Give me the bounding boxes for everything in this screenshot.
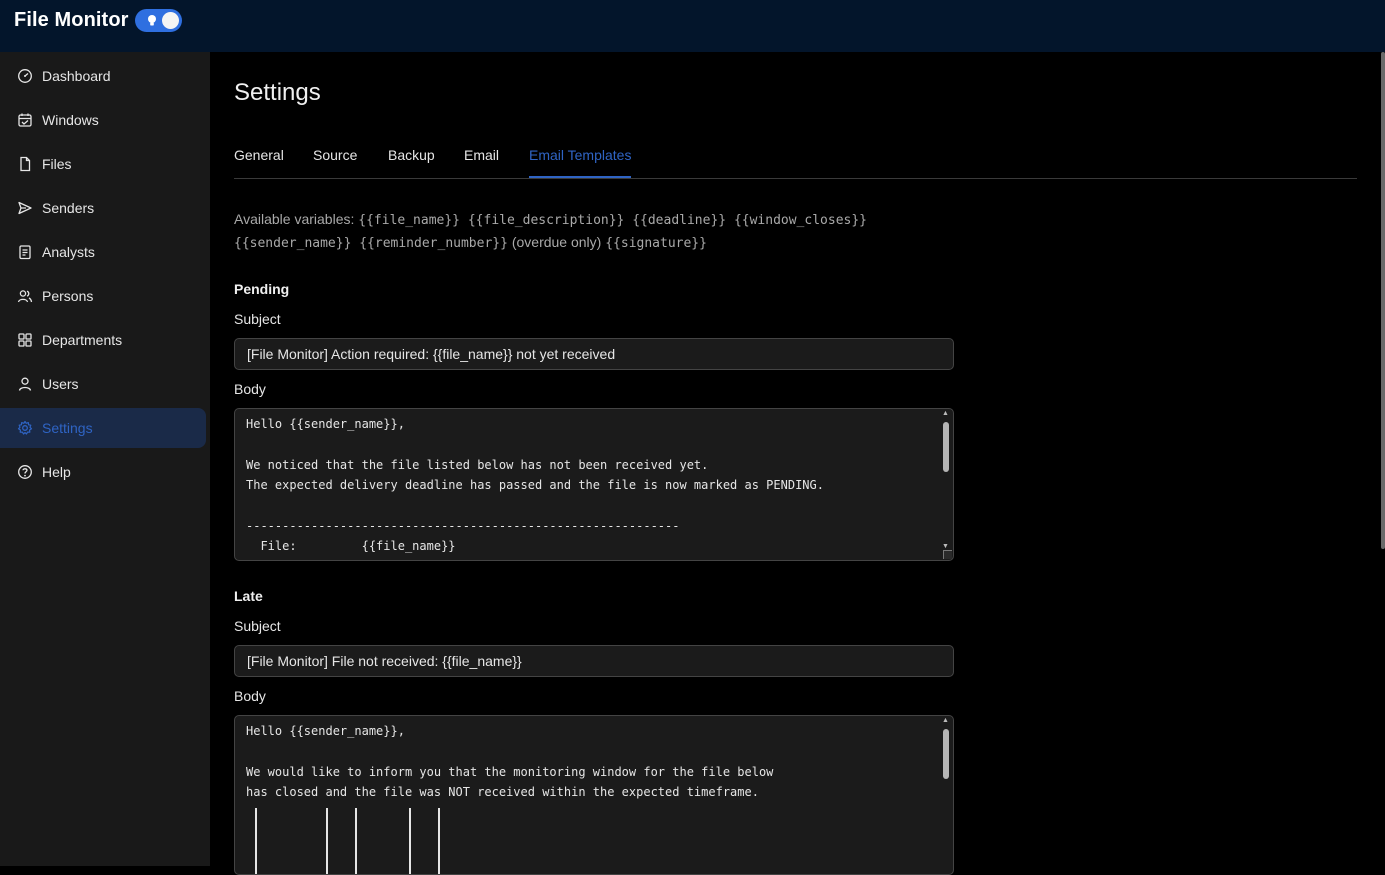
- sidebar-item-help[interactable]: Help: [0, 452, 206, 492]
- main-content: Settings General Source Backup Email Ema…: [210, 52, 1385, 875]
- text-artifact: [409, 808, 411, 874]
- tab-email-templates[interactable]: Email Templates: [529, 146, 632, 178]
- pending-section-title: Pending: [234, 281, 290, 297]
- grid-icon: [17, 332, 33, 348]
- available-variables-line-2: {{sender_name}} {{reminder_number}} (ove…: [234, 234, 707, 251]
- toggle-knob: [162, 12, 179, 29]
- sidebar-item-analysts[interactable]: Analysts: [0, 232, 206, 272]
- tab-general[interactable]: General: [234, 146, 284, 177]
- sidebar-item-label: Help: [42, 464, 71, 480]
- tab-backup[interactable]: Backup: [388, 146, 435, 177]
- variables-note: (overdue only): [511, 234, 602, 250]
- text-artifact: [355, 808, 357, 874]
- sidebar-item-settings[interactable]: Settings: [0, 408, 206, 448]
- pending-body-textarea[interactable]: Hello {{sender_name}}, We noticed that t…: [234, 408, 954, 561]
- sidebar-item-label: Settings: [42, 420, 93, 436]
- page-scrollbar-thumb[interactable]: [1381, 52, 1385, 549]
- user-icon: [17, 376, 33, 392]
- settings-tabs: General Source Backup Email Email Templa…: [234, 146, 1357, 179]
- late-subject-input[interactable]: [234, 645, 954, 677]
- scrollbar-thumb[interactable]: [943, 729, 949, 779]
- page-title: Settings: [234, 79, 321, 106]
- file-icon: [17, 156, 33, 172]
- sidebar: Dashboard Windows Files Senders Analysts…: [0, 52, 210, 866]
- app-title: File Monitor: [14, 9, 129, 31]
- available-variables-label: Available variables:: [234, 211, 355, 227]
- late-body-text: Hello {{sender_name}}, We would like to …: [246, 724, 774, 800]
- pending-body-label: Body: [234, 381, 266, 397]
- text-artifact: [255, 808, 257, 874]
- sidebar-item-label: Dashboard: [42, 68, 111, 84]
- text-artifact: [326, 808, 328, 874]
- resize-grip-icon[interactable]: [943, 550, 952, 559]
- sidebar-item-label: Analysts: [42, 244, 95, 260]
- tab-email[interactable]: Email: [464, 146, 499, 177]
- scrollbar-thumb[interactable]: [943, 422, 949, 472]
- clipboard-icon: [17, 244, 33, 260]
- calendar-icon: [17, 112, 33, 128]
- people-icon: [17, 288, 33, 304]
- sidebar-item-windows[interactable]: Windows: [0, 100, 206, 140]
- late-body-textarea[interactable]: Hello {{sender_name}}, We would like to …: [234, 715, 954, 875]
- scroll-up-arrow-icon[interactable]: ▲: [941, 717, 950, 724]
- help-icon: [17, 464, 33, 480]
- top-bar: File Monitor: [0, 0, 1385, 52]
- send-icon: [17, 200, 33, 216]
- sidebar-item-label: Departments: [42, 332, 123, 348]
- gear-icon: [17, 420, 33, 436]
- sidebar-item-label: Users: [42, 376, 79, 392]
- scroll-down-arrow-icon[interactable]: ▼: [941, 543, 950, 550]
- sidebar-item-senders[interactable]: Senders: [0, 188, 206, 228]
- pending-subject-label: Subject: [234, 311, 281, 327]
- tab-source[interactable]: Source: [313, 146, 357, 177]
- variables-list: {{file_name}} {{file_description}} {{dea…: [358, 213, 867, 228]
- theme-toggle[interactable]: [135, 9, 182, 32]
- sidebar-item-dashboard[interactable]: Dashboard: [0, 56, 206, 96]
- scrollbar[interactable]: ▲: [941, 717, 952, 873]
- scrollbar[interactable]: ▲ ▼: [941, 410, 952, 559]
- late-subject-label: Subject: [234, 618, 281, 634]
- lightbulb-icon: [146, 14, 158, 27]
- sidebar-item-label: Senders: [42, 200, 95, 216]
- sidebar-item-departments[interactable]: Departments: [0, 320, 206, 360]
- variables-list: {{signature}}: [605, 236, 707, 251]
- late-section-title: Late: [234, 588, 263, 604]
- sidebar-item-users[interactable]: Users: [0, 364, 206, 404]
- text-artifact: [438, 808, 440, 874]
- sidebar-item-files[interactable]: Files: [0, 144, 206, 184]
- scroll-up-arrow-icon[interactable]: ▲: [941, 410, 950, 417]
- late-body-label: Body: [234, 688, 266, 704]
- sidebar-item-persons[interactable]: Persons: [0, 276, 206, 316]
- sidebar-item-label: Files: [42, 156, 72, 172]
- pending-body-text: Hello {{sender_name}}, We noticed that t…: [246, 417, 824, 554]
- sidebar-item-label: Persons: [42, 288, 94, 304]
- sidebar-item-label: Windows: [42, 112, 99, 128]
- variables-list: {{sender_name}} {{reminder_number}}: [234, 236, 508, 251]
- pending-subject-input[interactable]: [234, 338, 954, 370]
- gauge-icon: [17, 68, 33, 84]
- available-variables-line-1: Available variables: {{file_name}} {{fil…: [234, 211, 867, 228]
